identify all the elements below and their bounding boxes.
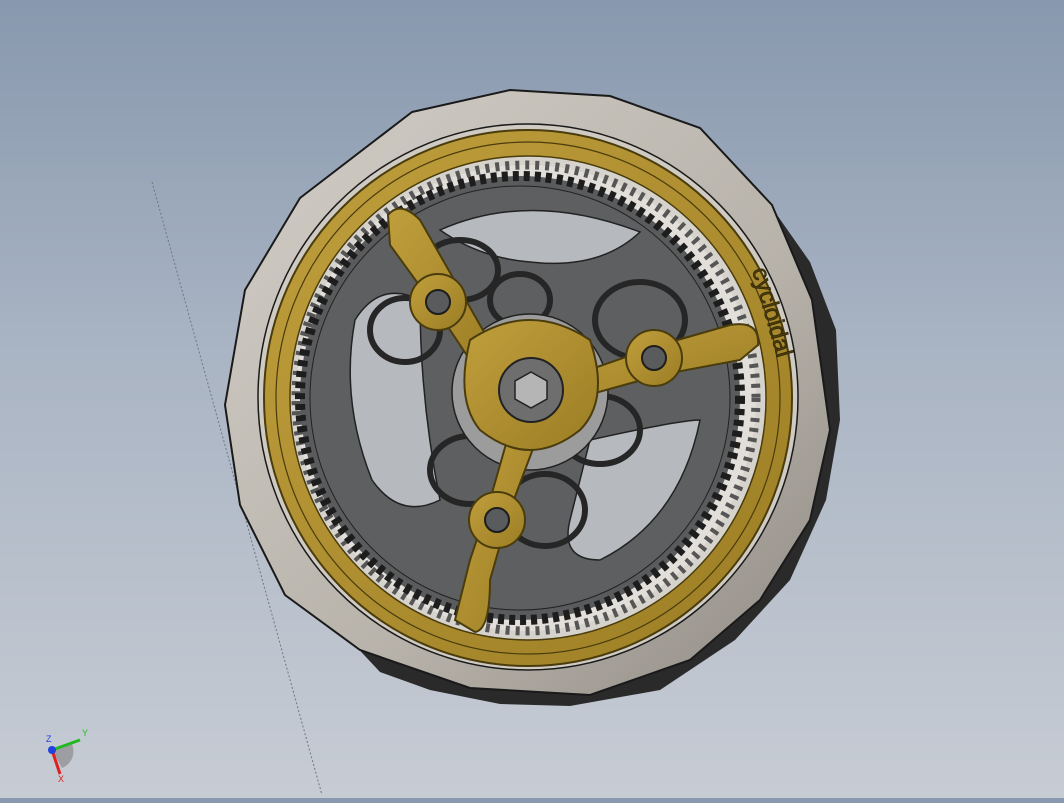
- triad-z-label: Z: [46, 734, 52, 744]
- triad-z-axis: [48, 746, 56, 754]
- cad-model-canvas[interactable]: cycloidal: [0, 0, 1064, 798]
- carrier-hole-top: [425, 289, 451, 315]
- triad-x-label: X: [58, 774, 64, 784]
- triad-y-label: Y: [82, 728, 88, 738]
- graphics-viewport[interactable]: cycloidal: [0, 0, 1064, 798]
- coordinate-triad[interactable]: X Y Z: [38, 722, 98, 784]
- carrier-hole-bottom: [484, 507, 510, 533]
- carrier-hole-right: [641, 345, 667, 371]
